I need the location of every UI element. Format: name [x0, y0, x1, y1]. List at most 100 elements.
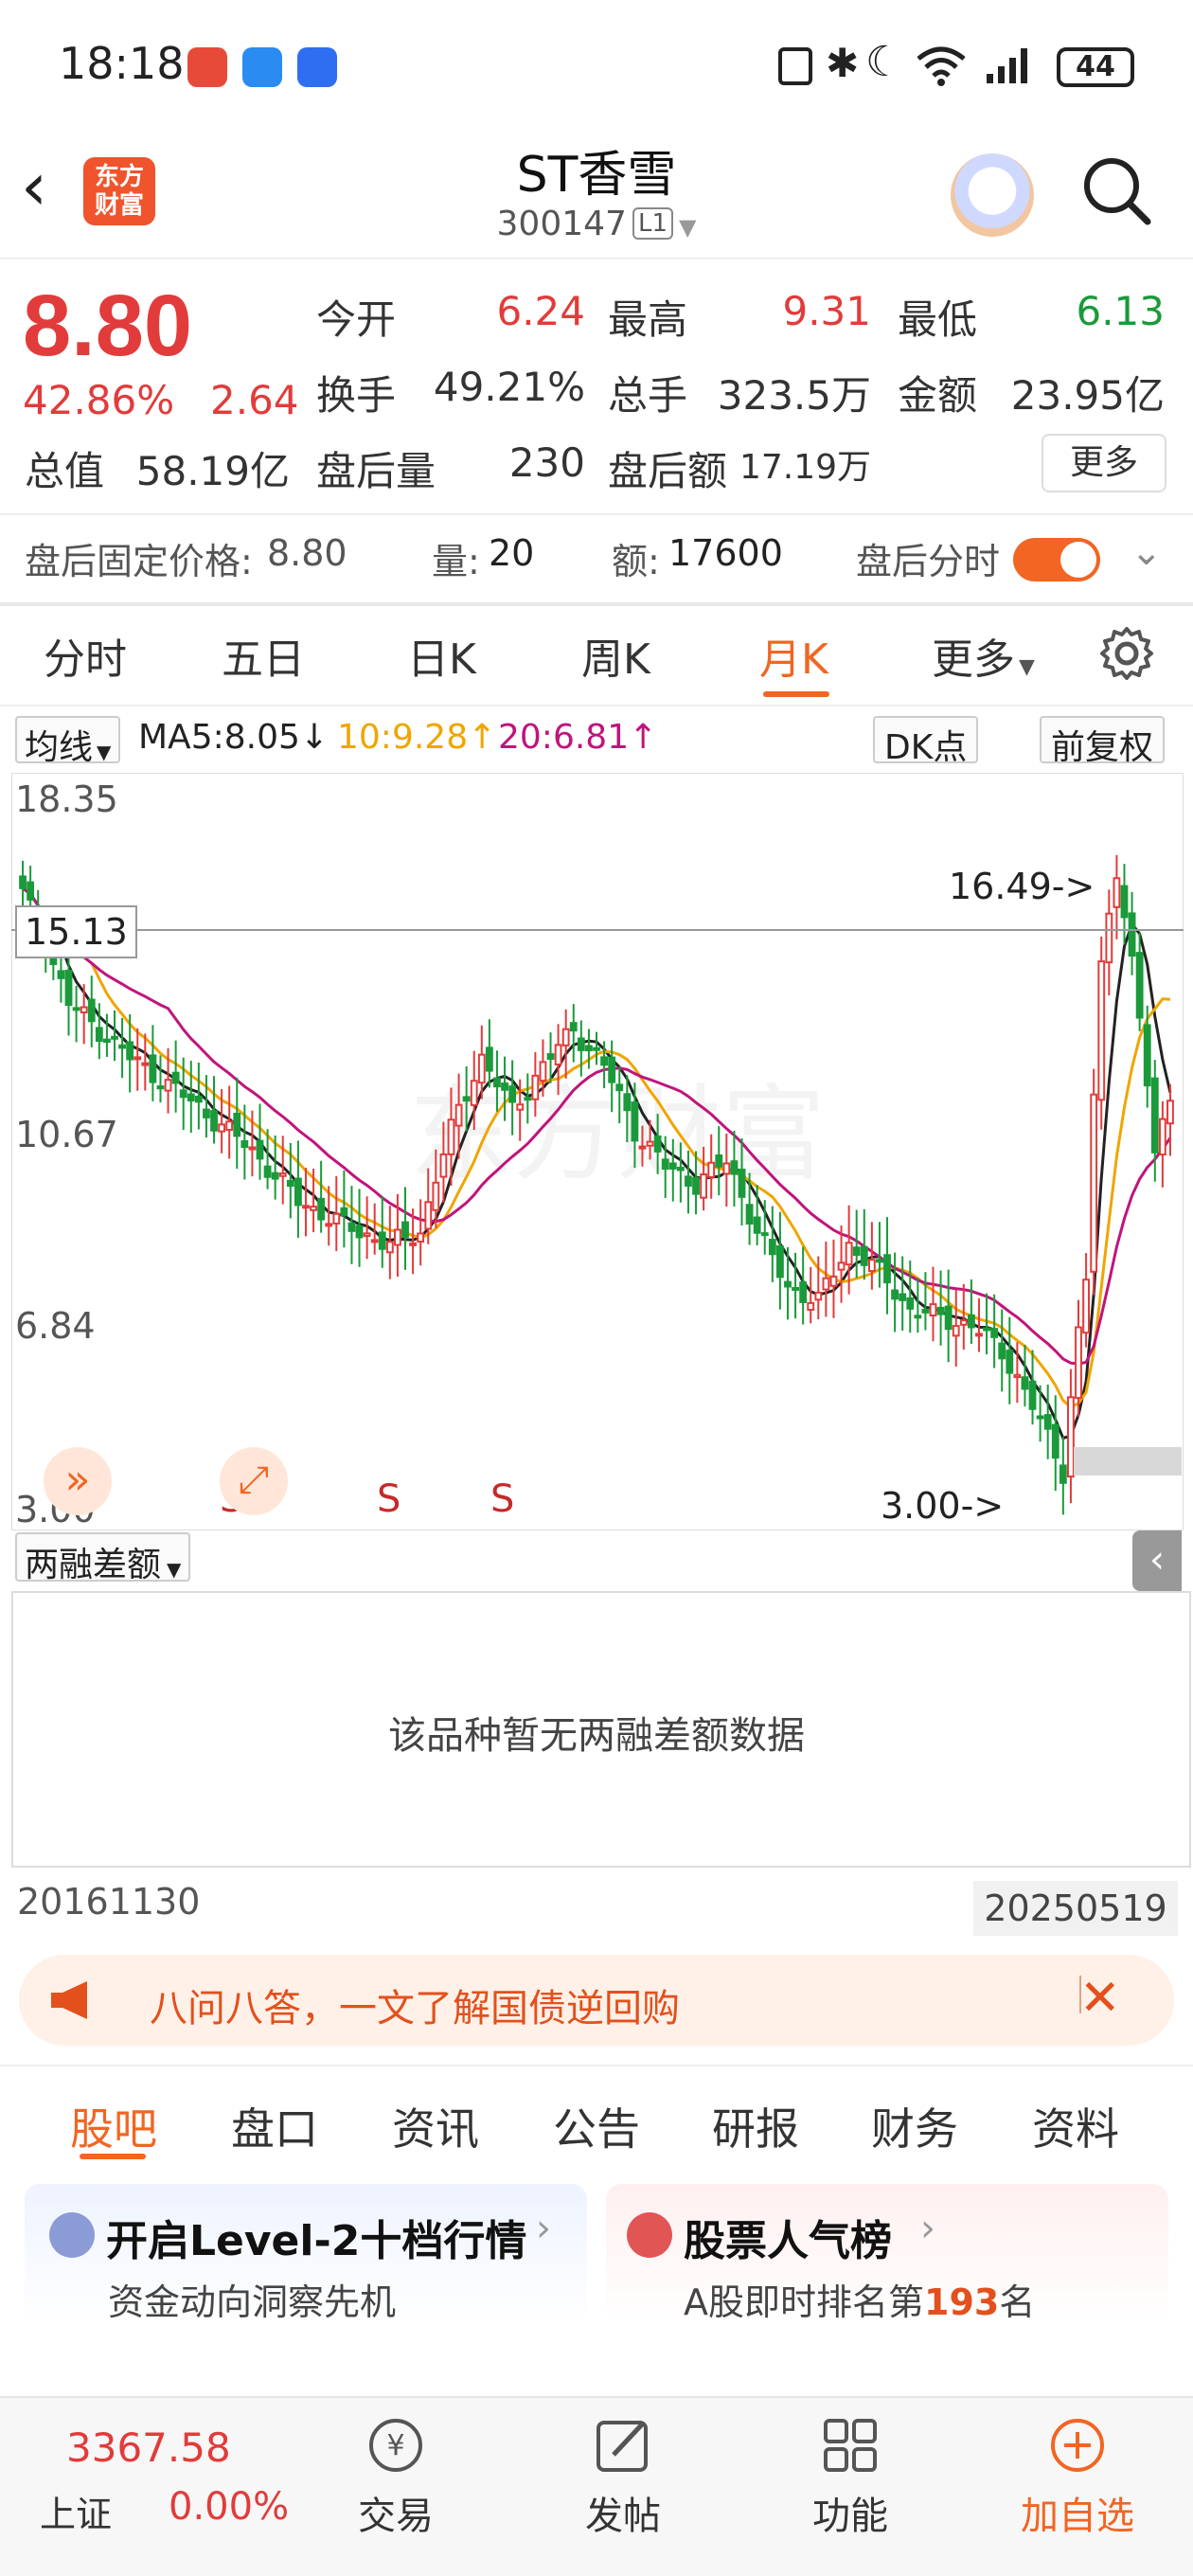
- candle-body: [149, 1054, 157, 1083]
- candle-body: [561, 1028, 570, 1046]
- ma-selector[interactable]: 均线 ▼: [15, 716, 121, 767]
- stat-value: 49.21%: [433, 364, 585, 410]
- add-watchlist-icon[interactable]: [1043, 2411, 1112, 2479]
- stat-label: 总手: [608, 372, 688, 419]
- assistant-robot-icon[interactable]: [951, 153, 1034, 237]
- tab-profile[interactable]: 资料: [1032, 2095, 1119, 2157]
- tab-weekly-k[interactable]: 周K: [581, 625, 650, 686]
- tab-research[interactable]: 研报: [712, 2095, 799, 2157]
- message-notification-icon: [242, 47, 282, 87]
- nav-trade[interactable]: 交易: [320, 2485, 472, 2540]
- active-section-indicator: [80, 2154, 146, 2159]
- after-hours-amt-label: 额:: [612, 541, 660, 582]
- close-icon[interactable]: ✕: [1079, 1970, 1121, 2027]
- trade-icon[interactable]: ¥: [362, 2411, 430, 2479]
- battery-icon: 44: [1057, 47, 1134, 87]
- tab-five-day[interactable]: 五日: [222, 625, 305, 686]
- stat-label: 换手: [316, 372, 397, 419]
- status-time: 18:18: [59, 38, 185, 89]
- candle-body: [676, 1166, 685, 1172]
- index-value[interactable]: 3367.58: [66, 2424, 231, 2471]
- tab-financials[interactable]: 财务: [871, 2095, 958, 2157]
- candle-body: [608, 1056, 616, 1083]
- moon-icon: ☾: [865, 38, 903, 86]
- candle-body: [340, 1207, 348, 1217]
- fullscreen-icon[interactable]: ⤢: [220, 1447, 288, 1515]
- tab-intraday[interactable]: 分时: [44, 625, 127, 686]
- candle-body: [1013, 1373, 1022, 1379]
- candle-body: [638, 1145, 647, 1150]
- tab-guba[interactable]: 股吧: [70, 2095, 157, 2157]
- post-icon[interactable]: [589, 2411, 657, 2479]
- stat-label: 最高: [608, 296, 688, 343]
- nav-post[interactable]: 发帖: [547, 2485, 699, 2540]
- level2-icon: [49, 2212, 95, 2258]
- tab-daily-k[interactable]: 日K: [407, 625, 476, 686]
- index-percent[interactable]: 0.00%: [169, 2485, 289, 2529]
- candle-body: [401, 1221, 409, 1238]
- candle-body: [1166, 1100, 1174, 1125]
- search-icon[interactable]: [1081, 155, 1151, 225]
- sub-indicator-selector[interactable]: 两融差额 ▼: [15, 1532, 191, 1584]
- candle-body: [156, 1085, 165, 1090]
- candle-body: [1067, 1396, 1075, 1478]
- gear-icon[interactable]: [1098, 625, 1155, 682]
- stat-label: 最低: [898, 296, 978, 343]
- tab-order-book[interactable]: 盘口: [231, 2095, 318, 2157]
- stat-label: 盘后量: [316, 448, 436, 494]
- rank-value: 193: [924, 2281, 1000, 2323]
- arrow-up-icon: ↑: [629, 718, 658, 757]
- candle-body: [745, 1204, 754, 1225]
- candle-body: [1059, 1464, 1067, 1484]
- tab-announcements[interactable]: 公告: [553, 2095, 640, 2157]
- chevron-down-icon[interactable]: ⌄: [1131, 530, 1163, 574]
- candle-body: [891, 1289, 899, 1300]
- stat-value: 9.31: [782, 288, 871, 334]
- candle-body: [792, 1286, 799, 1291]
- candle-body: [730, 1160, 739, 1175]
- candle-body: [1051, 1423, 1059, 1459]
- candle-body: [975, 1333, 983, 1337]
- collapse-panel-icon[interactable]: ‹: [1132, 1530, 1182, 1591]
- caret-down-icon: ▼: [167, 1558, 182, 1581]
- candle-body: [799, 1281, 808, 1303]
- candle-body: [171, 1071, 180, 1084]
- banner-text[interactable]: 八问八答，一文了解国债逆回购: [150, 1977, 680, 2032]
- candle-body: [807, 1301, 815, 1312]
- index-name[interactable]: 上证: [40, 2485, 112, 2537]
- candle-body: [668, 1162, 677, 1170]
- candle-body: [332, 1212, 341, 1225]
- candle-body: [837, 1261, 846, 1271]
- after-hours-toggle[interactable]: [1013, 538, 1100, 581]
- app-notification-icon: [187, 47, 227, 87]
- functions-icon[interactable]: [816, 2411, 884, 2479]
- tab-monthly-k[interactable]: 月K: [759, 625, 828, 686]
- forward-adjust-button[interactable]: 前复权: [1040, 716, 1166, 767]
- candle-body: [707, 1161, 716, 1178]
- candle-body: [554, 1044, 562, 1065]
- nav-add-watchlist[interactable]: 加自选: [1002, 2485, 1153, 2540]
- candle-body: [1036, 1415, 1044, 1420]
- candle-body: [867, 1259, 876, 1273]
- candle-body: [317, 1197, 326, 1221]
- candle-body: [967, 1314, 975, 1329]
- tab-news[interactable]: 资讯: [392, 2095, 479, 2157]
- candle-body: [600, 1056, 608, 1066]
- candle-body: [775, 1244, 784, 1279]
- caret-down-icon: ▼: [97, 741, 112, 763]
- expand-left-icon[interactable]: »: [44, 1447, 112, 1515]
- candle-body: [126, 1041, 134, 1061]
- nav-functions[interactable]: 功能: [775, 2485, 926, 2540]
- candle-body: [325, 1223, 333, 1227]
- bar-chart-icon: [627, 2212, 672, 2258]
- signal-s-2: S: [377, 1477, 401, 1521]
- tab-more[interactable]: 更多 ▼: [932, 625, 1035, 686]
- last-price: 8.80: [23, 277, 193, 374]
- candle-body: [1021, 1376, 1029, 1390]
- candle-body: [1075, 1326, 1082, 1400]
- dk-point-button[interactable]: DK点: [873, 716, 979, 767]
- more-button[interactable]: 更多: [1042, 434, 1166, 492]
- candle-body: [646, 1140, 654, 1147]
- candle-body: [263, 1165, 272, 1178]
- candle-body: [27, 881, 35, 901]
